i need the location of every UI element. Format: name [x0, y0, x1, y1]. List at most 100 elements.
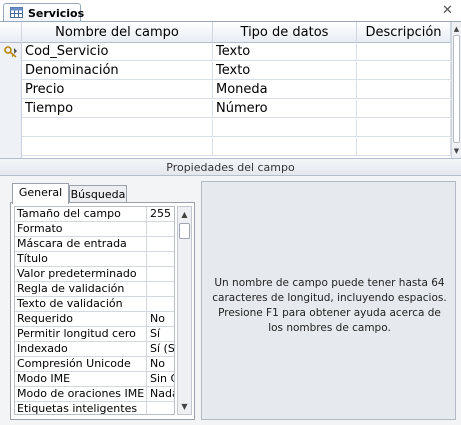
empty-row[interactable] [0, 138, 451, 156]
field-name-cell[interactable] [22, 119, 213, 137]
header-selector-cell [0, 22, 22, 43]
property-row[interactable]: Requerido No [15, 312, 174, 327]
field-name-cell[interactable]: Tiempo [22, 100, 213, 118]
description-cell[interactable] [357, 100, 451, 118]
data-type-cell[interactable]: Número [213, 100, 357, 118]
description-cell[interactable] [357, 43, 451, 61]
scroll-up-icon[interactable]: ▲ [452, 24, 461, 34]
description-cell[interactable] [357, 138, 451, 156]
field-properties-title: Propiedades del campo [166, 161, 295, 174]
scroll-thumb[interactable] [179, 223, 190, 239]
property-label: Compresión Unicode [15, 357, 147, 371]
grid-vertical-scrollbar[interactable]: ▲ ▼ [451, 22, 461, 158]
help-text: Un nombre de campo puede tener hasta 64 … [212, 277, 447, 334]
property-row[interactable]: Indexado Sí (Si [15, 342, 174, 357]
data-type-cell[interactable]: Texto [213, 43, 357, 61]
scroll-thumb[interactable] [453, 35, 460, 143]
property-label: Modo IME [15, 372, 147, 386]
property-label: Requerido [15, 312, 147, 326]
column-header-data-type[interactable]: Tipo de datos [213, 22, 357, 43]
scroll-down-icon[interactable]: ▼ [178, 400, 191, 413]
data-type-cell[interactable]: Moneda [213, 81, 357, 99]
property-row[interactable]: Máscara de entrada [15, 237, 174, 252]
row-selector[interactable] [0, 119, 22, 137]
document-tab-label: Servicios [28, 7, 85, 20]
field-name-cell[interactable]: Denominación [22, 62, 213, 80]
properties-table: Tamaño del campo 255 Formato Máscara de … [14, 206, 175, 415]
field-name-cell[interactable]: Precio [22, 81, 213, 99]
primary-key-icon [4, 46, 17, 58]
table-row[interactable]: Tiempo Número [0, 100, 451, 118]
property-row[interactable]: Etiquetas inteligentes [15, 402, 174, 414]
close-icon[interactable]: ✕ [440, 3, 455, 18]
tab-general[interactable]: General [12, 183, 69, 204]
data-type-cell[interactable] [213, 138, 357, 156]
property-row[interactable]: Modo IME Sin C [15, 372, 174, 387]
property-value[interactable] [148, 222, 174, 236]
description-cell[interactable] [357, 81, 451, 99]
property-label: Formato [15, 222, 147, 236]
property-value[interactable]: Nada [148, 387, 174, 401]
property-value[interactable]: Sí (Si [148, 342, 174, 356]
property-row[interactable]: Modo de oraciones IME Nada [15, 387, 174, 402]
row-selector[interactable] [0, 62, 22, 80]
property-label: Máscara de entrada [15, 237, 147, 251]
property-label: Permitir longitud cero [15, 327, 147, 341]
table-row[interactable]: Denominación Texto [0, 62, 451, 80]
property-label: Modo de oraciones IME [15, 387, 147, 401]
property-value[interactable]: No [148, 312, 174, 326]
property-value[interactable] [148, 402, 174, 414]
data-type-cell[interactable]: Texto [213, 62, 357, 80]
column-header-field-name[interactable]: Nombre del campo [22, 22, 213, 43]
help-panel: Un nombre de campo puede tener hasta 64 … [201, 181, 456, 420]
property-value[interactable] [148, 237, 174, 251]
row-selector[interactable] [0, 43, 22, 61]
property-row[interactable]: Texto de validación [15, 297, 174, 312]
table-icon [10, 7, 23, 18]
properties-panel: Tamaño del campo 255 Formato Máscara de … [10, 202, 195, 420]
document-tab-servicios[interactable]: Servicios [3, 3, 85, 22]
empty-row[interactable] [0, 119, 451, 137]
property-label: Tamaño del campo [15, 207, 147, 221]
property-value[interactable]: Sí [148, 327, 174, 341]
row-selector[interactable] [0, 138, 22, 156]
row-selector[interactable] [0, 81, 22, 99]
field-name-cell[interactable] [22, 138, 213, 156]
property-value[interactable]: No [148, 357, 174, 371]
row-selector[interactable] [0, 100, 22, 118]
property-label: Etiquetas inteligentes [15, 402, 147, 414]
table-row[interactable]: Precio Moneda [0, 81, 451, 99]
property-label: Título [15, 252, 147, 266]
property-row[interactable]: Formato [15, 222, 174, 237]
scroll-down-icon[interactable]: ▼ [452, 146, 461, 156]
description-cell[interactable] [357, 119, 451, 137]
property-row[interactable]: Título [15, 252, 174, 267]
property-row[interactable]: Compresión Unicode No [15, 357, 174, 372]
property-row[interactable]: Tamaño del campo 255 [15, 207, 174, 222]
property-label: Regla de validación [15, 282, 147, 296]
grid-header: Nombre del campo Tipo de datos Descripci… [0, 22, 451, 43]
document-tab-strip: Servicios ✕ [0, 0, 461, 22]
property-value[interactable] [148, 282, 174, 296]
properties-scrollbar[interactable]: ▲ ▼ [177, 206, 192, 415]
property-value[interactable] [148, 252, 174, 266]
description-cell[interactable] [357, 62, 451, 80]
column-header-description[interactable]: Descripción [357, 22, 451, 43]
field-properties-area: General Búsqueda Tamaño del campo 255 Fo… [0, 176, 461, 425]
table-row[interactable]: Cod_Servicio Texto [0, 43, 451, 61]
properties-splitter[interactable]: Propiedades del campo [0, 158, 461, 176]
property-value[interactable] [148, 267, 174, 281]
property-row[interactable]: Permitir longitud cero Sí [15, 327, 174, 342]
property-label: Texto de validación [15, 297, 147, 311]
property-value[interactable]: Sin C [148, 372, 174, 386]
scroll-up-icon[interactable]: ▲ [178, 208, 191, 221]
property-label: Indexado [15, 342, 147, 356]
property-label: Valor predeterminado [15, 267, 147, 281]
field-design-grid: Nombre del campo Tipo de datos Descripci… [0, 22, 461, 158]
property-row[interactable]: Regla de validación [15, 282, 174, 297]
data-type-cell[interactable] [213, 119, 357, 137]
property-value[interactable]: 255 [148, 207, 174, 221]
property-row[interactable]: Valor predeterminado [15, 267, 174, 282]
field-name-cell[interactable]: Cod_Servicio [22, 43, 213, 61]
property-value[interactable] [148, 297, 174, 311]
